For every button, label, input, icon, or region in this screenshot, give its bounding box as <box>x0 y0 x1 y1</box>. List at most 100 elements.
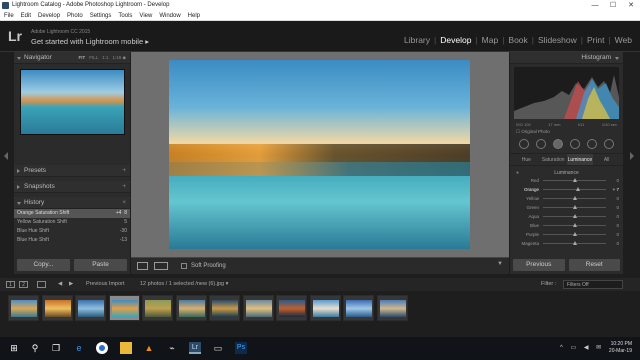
back-arrow-icon[interactable]: ◀ <box>58 278 62 291</box>
slider-thumb[interactable] <box>572 232 577 236</box>
menu-view[interactable]: View <box>139 11 152 20</box>
module-develop[interactable]: Develop <box>436 35 475 45</box>
menu-file[interactable]: File <box>4 11 14 20</box>
module-book[interactable]: Book <box>504 35 531 45</box>
slider-value[interactable]: 0 <box>606 239 620 248</box>
forward-arrow-icon[interactable]: ▶ <box>69 278 73 291</box>
reset-button[interactable]: Reset <box>568 259 620 271</box>
zoom-fit[interactable]: FIT <box>78 52 85 64</box>
module-web[interactable]: Web <box>611 35 636 45</box>
slider-thumb[interactable] <box>572 178 577 182</box>
zoom-1-1[interactable]: 1:1 <box>102 52 108 64</box>
module-print[interactable]: Print <box>583 35 608 45</box>
taskbar-folder-icon[interactable]: ▭ <box>212 342 224 354</box>
grid-view-icon[interactable] <box>37 281 46 288</box>
maximize-button[interactable]: ☐ <box>604 0 622 11</box>
image-view[interactable] <box>131 52 509 257</box>
navigator-preview[interactable] <box>19 69 125 135</box>
filmstrip-thumbnail[interactable] <box>242 295 274 321</box>
slider-yellow[interactable]: Yellow 0 <box>510 194 623 203</box>
slider-thumb[interactable] <box>572 223 577 227</box>
taskbar-app-icon[interactable]: ⌁ <box>166 342 178 354</box>
filmstrip-thumbnail[interactable] <box>309 295 341 321</box>
slider-purple[interactable]: Purple 0 <box>510 230 623 239</box>
slider-red[interactable]: Red 0 <box>510 176 623 185</box>
slider-value[interactable]: 0 <box>606 176 620 185</box>
filmstrip-thumbnail[interactable] <box>276 295 307 321</box>
slider-green[interactable]: Green 0 <box>510 203 623 212</box>
menu-tools[interactable]: Tools <box>118 11 132 20</box>
filmstrip-thumbnail[interactable] <box>209 295 240 321</box>
tab-luminance[interactable]: Luminance <box>566 154 594 165</box>
crop-tool-icon[interactable] <box>519 139 530 149</box>
slider-value[interactable]: 0 <box>606 203 620 212</box>
filmstrip-source[interactable]: Previous Import <box>86 278 125 291</box>
lightroom-taskbar-icon[interactable]: Lr <box>189 342 201 354</box>
soft-proofing-checkbox[interactable] <box>181 263 187 269</box>
filmstrip-count[interactable]: 12 photos / 1 selected /new (6).jpg ▾ <box>140 278 228 291</box>
history-header[interactable]: History × <box>14 197 130 209</box>
history-clear-icon[interactable]: × <box>122 197 126 209</box>
menu-settings[interactable]: Settings <box>90 11 112 20</box>
secondary-window-2[interactable]: 2 <box>19 281 28 288</box>
graduated-filter-icon[interactable] <box>569 139 580 149</box>
history-item[interactable]: Orange Saturation Shift +4 8 <box>14 209 130 218</box>
slider-value[interactable]: + 7 <box>606 185 620 194</box>
paste-button[interactable]: Paste <box>74 259 127 271</box>
main-photo[interactable] <box>169 60 470 249</box>
vlc-icon[interactable]: ▲ <box>143 342 155 354</box>
slider-blue[interactable]: Blue 0 <box>510 221 623 230</box>
red-eye-icon[interactable] <box>553 139 564 149</box>
snapshots-header[interactable]: Snapshots + <box>14 181 130 193</box>
slider-thumb[interactable] <box>572 196 577 200</box>
tab-saturation[interactable]: Saturation <box>540 154 567 165</box>
system-tray-icons[interactable]: ^ ▭ ◀ ✉ <box>560 344 604 351</box>
slider-value[interactable]: 0 <box>606 221 620 230</box>
filmstrip-thumbnail[interactable] <box>376 295 408 321</box>
loupe-view-icon[interactable] <box>137 262 148 270</box>
menu-help[interactable]: Help <box>188 11 200 20</box>
module-slideshow[interactable]: Slideshow <box>534 35 581 45</box>
slider-value[interactable]: 0 <box>606 212 620 221</box>
navigator-header[interactable]: Navigator FIT FILL 1:1 1:16 ◆ <box>14 52 130 64</box>
secondary-window-1[interactable]: 1 <box>6 281 15 288</box>
radial-filter-icon[interactable] <box>586 139 597 149</box>
presets-header[interactable]: Presets + <box>14 165 130 177</box>
tab-all[interactable]: All <box>593 154 620 165</box>
history-item[interactable]: Blue Hue Shift -30 <box>14 227 130 236</box>
filmstrip-thumbnail[interactable] <box>8 295 39 321</box>
tab-hue[interactable]: Hue <box>513 154 540 165</box>
slider-thumb[interactable] <box>575 187 580 191</box>
slider-thumb[interactable] <box>572 241 577 245</box>
filmstrip-thumbnail[interactable] <box>108 295 140 321</box>
histogram-graph[interactable] <box>514 67 619 119</box>
menu-develop[interactable]: Develop <box>38 11 60 20</box>
filmstrip-thumbnail[interactable] <box>343 295 374 321</box>
menu-window[interactable]: Window <box>159 11 180 20</box>
minimize-button[interactable]: — <box>586 0 604 11</box>
menu-edit[interactable]: Edit <box>21 11 31 20</box>
task-view-icon[interactable]: ❐ <box>50 342 62 354</box>
module-library[interactable]: Library <box>400 35 434 45</box>
slider-thumb[interactable] <box>572 214 577 218</box>
windows-start-icon[interactable]: ⊞ <box>8 342 20 354</box>
filter-select[interactable]: Filters Off <box>563 280 623 289</box>
filmstrip-thumbnail[interactable] <box>41 295 73 321</box>
mobile-promo-link[interactable]: Get started with Lightroom mobile ▸ <box>31 37 149 46</box>
filmstrip-thumbnail[interactable] <box>75 295 106 321</box>
filmstrip-thumbnail[interactable] <box>142 295 173 321</box>
menu-photo[interactable]: Photo <box>67 11 83 20</box>
left-panel-edge[interactable] <box>0 52 14 274</box>
history-item[interactable]: Blue Hue Shift -13 <box>14 236 130 245</box>
toolbar-menu-icon[interactable]: ▼ <box>497 261 503 267</box>
photoshop-icon[interactable]: Ps <box>235 342 247 354</box>
module-map[interactable]: Map <box>478 35 503 45</box>
right-panel-edge[interactable] <box>626 52 640 274</box>
slider-value[interactable]: 0 <box>606 230 620 239</box>
histogram-header[interactable]: Histogram <box>510 52 623 64</box>
taskbar-clock[interactable]: 10:20 PM 20-Mar-19 <box>609 341 632 355</box>
copy-button[interactable]: Copy... <box>17 259 70 271</box>
slider-thumb[interactable] <box>572 205 577 209</box>
history-item[interactable]: Yellow Saturation Shift 5 <box>14 218 130 227</box>
zoom-fill[interactable]: FILL <box>89 52 98 64</box>
